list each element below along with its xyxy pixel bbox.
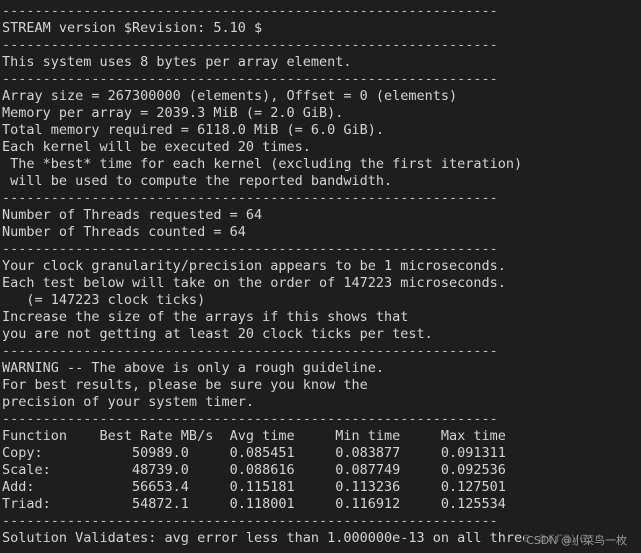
- table-row: Scale: 48739.0 0.088616 0.087749 0.09253…: [2, 462, 506, 478]
- separator-line: ----------------------------------------…: [2, 71, 498, 87]
- terminal-window[interactable]: ----------------------------------------…: [0, 0, 641, 553]
- separator-line: ----------------------------------------…: [2, 343, 498, 359]
- output-line: Your clock granularity/precision appears…: [2, 258, 506, 274]
- terminal-output: ----------------------------------------…: [2, 3, 641, 547]
- output-line: you are not getting at least 20 clock ti…: [2, 326, 433, 342]
- output-line: Each kernel will be executed 20 times.: [2, 139, 311, 155]
- separator-line: ----------------------------------------…: [2, 190, 498, 206]
- output-line: Array size = 267300000 (elements), Offse…: [2, 88, 458, 104]
- output-line: The *best* time for each kernel (excludi…: [2, 156, 523, 172]
- output-line: Number of Threads counted = 64: [2, 224, 246, 240]
- output-line: (= 147223 clock ticks): [2, 292, 206, 308]
- table-row: Add: 56653.4 0.115181 0.113236 0.127501: [2, 479, 506, 495]
- separator-line: ----------------------------------------…: [2, 513, 498, 529]
- table-row: Triad: 54872.1 0.118001 0.116912 0.12553…: [2, 496, 506, 512]
- output-line: Each test below will take on the order o…: [2, 275, 506, 291]
- output-line: Number of Threads requested = 64: [2, 207, 263, 223]
- separator-line: ----------------------------------------…: [2, 241, 498, 257]
- table-row: Copy: 50989.0 0.085451 0.083877 0.091311: [2, 445, 506, 461]
- output-line: Increase the size of the arrays if this …: [2, 309, 409, 325]
- output-line: Memory per array = 2039.3 MiB (= 2.0 GiB…: [2, 105, 344, 121]
- output-line: For best results, please be sure you kno…: [2, 377, 368, 393]
- separator-line: ----------------------------------------…: [2, 411, 498, 427]
- output-line: Total memory required = 6118.0 MiB (= 6.…: [2, 122, 385, 138]
- output-line: precision of your system timer.: [2, 394, 254, 410]
- table-header-line: Function Best Rate MB/s Avg time Min tim…: [2, 428, 506, 444]
- output-line: will be used to compute the reported ban…: [2, 173, 393, 189]
- output-line: This system uses 8 bytes per array eleme…: [2, 54, 352, 70]
- separator-line: ----------------------------------------…: [2, 37, 498, 53]
- watermark-text: CSDN @小菜鸟一枚: [524, 534, 629, 547]
- output-line: STREAM version $Revision: 5.10 $: [2, 20, 263, 36]
- output-line: WARNING -- The above is only a rough gui…: [2, 360, 385, 376]
- separator-line: ----------------------------------------…: [2, 3, 498, 19]
